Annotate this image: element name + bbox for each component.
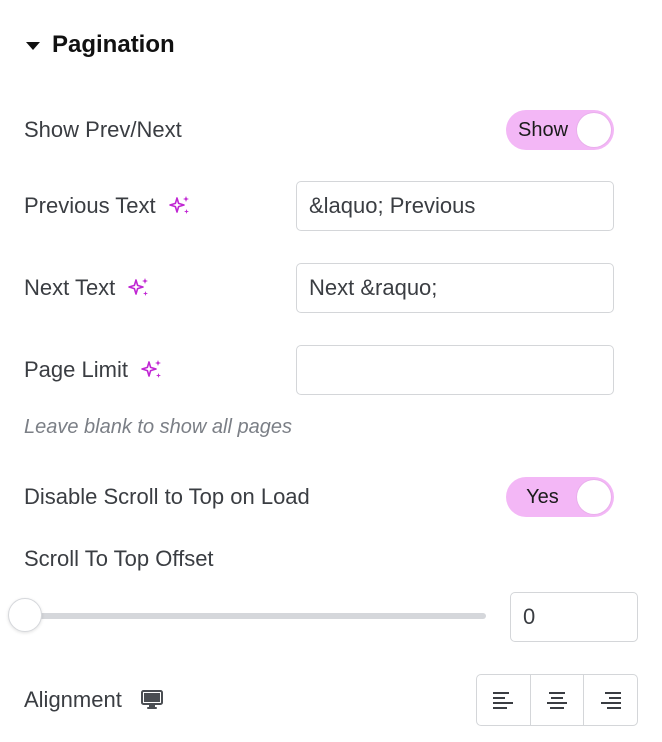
disable-scroll-label: Disable Scroll to Top on Load xyxy=(24,484,310,509)
section-header-pagination[interactable]: Pagination xyxy=(26,28,175,62)
previous-text-label-group: Previous Text xyxy=(24,193,192,219)
align-left-icon xyxy=(493,692,514,709)
toggle-knob xyxy=(577,113,611,147)
previous-text-input[interactable] xyxy=(296,181,614,231)
section-title: Pagination xyxy=(52,31,175,58)
scroll-offset-slider[interactable] xyxy=(8,596,486,636)
align-right-icon xyxy=(600,692,621,709)
align-center-icon xyxy=(547,692,567,709)
show-prev-next-row: Show Prev/Next Show xyxy=(24,110,638,150)
align-center-button[interactable] xyxy=(529,675,584,725)
next-text-label: Next Text xyxy=(24,275,116,300)
next-text-input[interactable] xyxy=(296,263,614,313)
toggle-state-text: Show xyxy=(518,118,569,141)
page-limit-input[interactable] xyxy=(296,345,614,395)
page-limit-help-text: Leave blank to show all pages xyxy=(24,416,292,438)
caret-down-icon xyxy=(26,42,40,50)
monitor-icon[interactable] xyxy=(140,689,164,711)
previous-text-label: Previous Text xyxy=(24,193,156,218)
scroll-offset-label-row: Scroll To Top Offset xyxy=(24,542,638,576)
slider-handle[interactable] xyxy=(8,598,42,632)
previous-text-row: Previous Text xyxy=(24,181,638,231)
alignment-label: Alignment xyxy=(24,687,122,712)
page-limit-row: Page Limit xyxy=(24,345,638,395)
next-text-label-group: Next Text xyxy=(24,275,151,301)
slider-track[interactable] xyxy=(22,613,486,619)
page-limit-label-group: Page Limit xyxy=(24,357,164,383)
page-limit-label: Page Limit xyxy=(24,357,128,382)
next-text-row: Next Text xyxy=(24,263,638,313)
sparkle-icon[interactable] xyxy=(168,194,192,218)
sparkle-icon[interactable] xyxy=(127,276,151,300)
alignment-row: Alignment xyxy=(24,680,164,720)
scroll-offset-input[interactable] xyxy=(510,592,638,642)
scroll-offset-label: Scroll To Top Offset xyxy=(24,546,214,571)
align-right-button[interactable] xyxy=(583,675,637,725)
toggle-knob xyxy=(577,480,611,514)
pagination-panel: Pagination Show Prev/Next Show Previous … xyxy=(0,0,662,742)
toggle-state-text: Yes xyxy=(526,485,559,508)
disable-scroll-row: Disable Scroll to Top on Load Yes xyxy=(24,477,638,517)
show-prev-next-label: Show Prev/Next xyxy=(24,117,182,142)
align-left-button[interactable] xyxy=(477,675,530,725)
disable-scroll-toggle[interactable]: Yes xyxy=(506,477,614,517)
show-prev-next-toggle[interactable]: Show xyxy=(506,110,614,150)
sparkle-icon[interactable] xyxy=(140,358,164,382)
alignment-button-group xyxy=(476,674,638,726)
